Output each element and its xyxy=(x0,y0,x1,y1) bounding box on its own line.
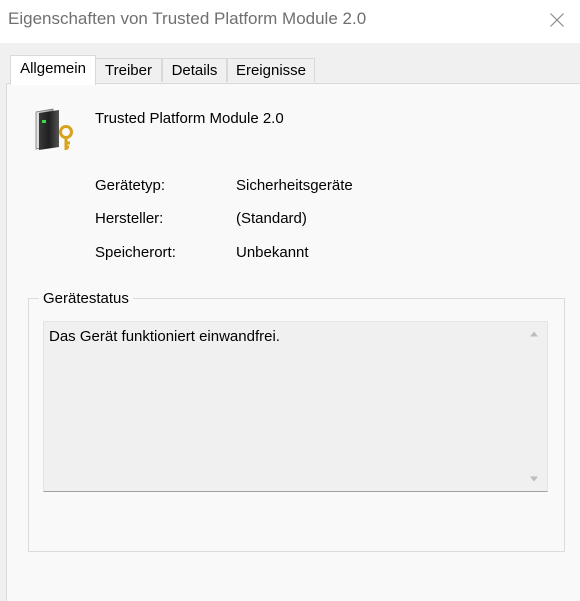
location-label: Speicherort: xyxy=(95,244,176,261)
location-value: Unbekannt xyxy=(236,244,309,261)
tpm-security-device-icon xyxy=(35,108,73,150)
scroll-down-arrow-icon xyxy=(530,476,538,482)
scroll-up-arrow-icon xyxy=(530,331,538,337)
scroll-up-button[interactable] xyxy=(521,324,547,344)
device-status-group: Gerätestatus Das Gerät funktioniert einw… xyxy=(28,290,565,552)
tab-treiber[interactable]: Treiber xyxy=(95,58,162,82)
tab-allgemein[interactable]: Allgemein xyxy=(10,55,96,85)
tab-details[interactable]: Details xyxy=(162,58,227,82)
window-title: Eigenschaften von Trusted Platform Modul… xyxy=(8,9,367,28)
status-scrollbar[interactable] xyxy=(521,322,547,491)
title-bar[interactable]: Eigenschaften von Trusted Platform Modul… xyxy=(0,0,580,43)
manufacturer-label: Hersteller: xyxy=(95,210,164,227)
tab-page-allgemein: Trusted Platform Module 2.0 Gerätetyp: S… xyxy=(6,83,580,601)
device-status-text: Das Gerät funktioniert einwandfrei. xyxy=(49,328,280,345)
tab-strip: Allgemein Treiber Details Ereignisse xyxy=(0,43,580,85)
device-type-value: Sicherheitsgeräte xyxy=(236,177,353,194)
manufacturer-value: (Standard) xyxy=(236,210,307,227)
properties-window: Eigenschaften von Trusted Platform Modul… xyxy=(0,0,580,601)
tab-ereignisse[interactable]: Ereignisse xyxy=(227,58,315,82)
device-type-label: Gerätetyp: xyxy=(95,177,166,194)
device-name: Trusted Platform Module 2.0 xyxy=(95,110,284,127)
dialog-client-area: Allgemein Treiber Details Ereignisse Tru… xyxy=(0,43,580,601)
close-icon xyxy=(550,13,564,27)
device-status-textbox[interactable]: Das Gerät funktioniert einwandfrei. xyxy=(43,321,548,492)
scroll-down-button[interactable] xyxy=(521,469,547,489)
close-button[interactable] xyxy=(534,0,580,40)
device-status-group-label: Gerätestatus xyxy=(39,290,133,307)
